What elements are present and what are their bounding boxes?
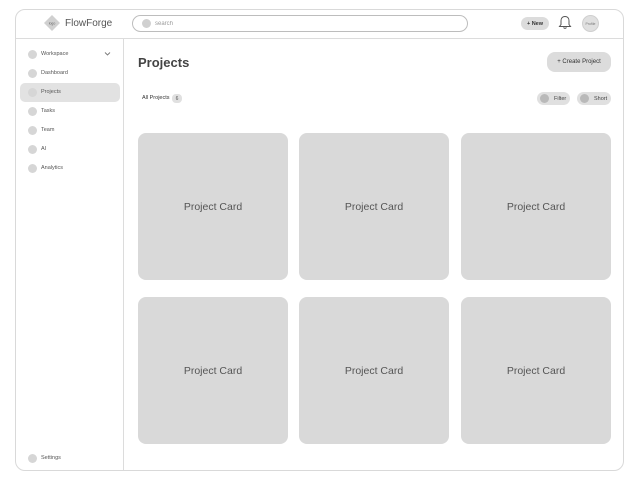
sidebar-item-label: AI xyxy=(41,146,47,152)
search-bar[interactable] xyxy=(132,15,468,32)
sidebar-item-team[interactable]: Team xyxy=(20,121,120,140)
project-card[interactable]: Project Card xyxy=(299,133,449,280)
project-card[interactable]: Project Card xyxy=(138,133,288,280)
workspace-icon xyxy=(28,50,37,59)
settings-icon xyxy=(28,454,37,463)
filter-icon xyxy=(540,94,549,103)
sort-label: Short xyxy=(594,95,608,102)
page-title: Projects xyxy=(138,55,190,70)
team-icon xyxy=(28,126,37,135)
chevron-down-icon[interactable] xyxy=(104,51,111,57)
ai-icon xyxy=(28,145,37,154)
sidebar-item-dashboard[interactable]: Dashboard xyxy=(20,64,120,83)
sidebar-item-workspace[interactable]: Workspace xyxy=(20,45,120,64)
sidebar-item-label: Projects xyxy=(41,89,61,95)
project-card[interactable]: Project Card xyxy=(461,297,611,444)
tasks-icon xyxy=(28,107,37,116)
sidebar-item-projects[interactable]: Projects xyxy=(20,83,120,102)
dashboard-icon xyxy=(28,69,37,78)
app-window: logo FlowForge + New Profile Workspace D… xyxy=(15,9,624,471)
tab-all-projects[interactable]: All Projects xyxy=(142,95,170,101)
new-button[interactable]: + New xyxy=(521,17,549,30)
filter-label: Filter xyxy=(554,95,567,102)
avatar-label: Profile xyxy=(585,21,596,26)
projects-icon xyxy=(28,88,37,97)
sidebar-item-label: Settings xyxy=(41,455,61,461)
sidebar-item-analytics[interactable]: Analytics xyxy=(20,159,120,178)
sidebar-item-label: Workspace xyxy=(41,51,69,57)
project-card[interactable]: Project Card xyxy=(138,297,288,444)
bell-icon[interactable] xyxy=(558,15,572,30)
filter-button[interactable]: Filter xyxy=(537,92,570,105)
search-input[interactable] xyxy=(155,17,455,30)
sidebar-item-label: Tasks xyxy=(41,108,56,114)
top-bar: logo FlowForge + New Profile xyxy=(16,10,623,39)
logo-icon[interactable]: logo xyxy=(44,15,60,31)
project-card[interactable]: Project Card xyxy=(461,133,611,280)
sidebar-item-ai[interactable]: AI xyxy=(20,140,120,159)
sort-button[interactable]: Short xyxy=(577,92,611,105)
create-project-button[interactable]: + Create Project xyxy=(547,52,611,72)
sidebar-item-tasks[interactable]: Tasks xyxy=(20,102,120,121)
sidebar-item-settings[interactable]: Settings xyxy=(20,449,120,468)
project-card[interactable]: Project Card xyxy=(299,297,449,444)
sidebar-item-label: Dashboard xyxy=(41,70,68,76)
sort-icon xyxy=(580,94,589,103)
sidebar: Workspace Dashboard Projects Tasks Team … xyxy=(16,39,124,470)
svg-text:logo: logo xyxy=(49,22,56,26)
analytics-icon xyxy=(28,164,37,173)
avatar[interactable]: Profile xyxy=(582,15,599,32)
sidebar-item-label: Analytics xyxy=(41,165,64,171)
app-name: FlowForge xyxy=(65,18,113,29)
count-badge: 6 xyxy=(172,94,182,103)
search-icon xyxy=(142,19,151,28)
sidebar-item-label: Team xyxy=(41,127,55,133)
